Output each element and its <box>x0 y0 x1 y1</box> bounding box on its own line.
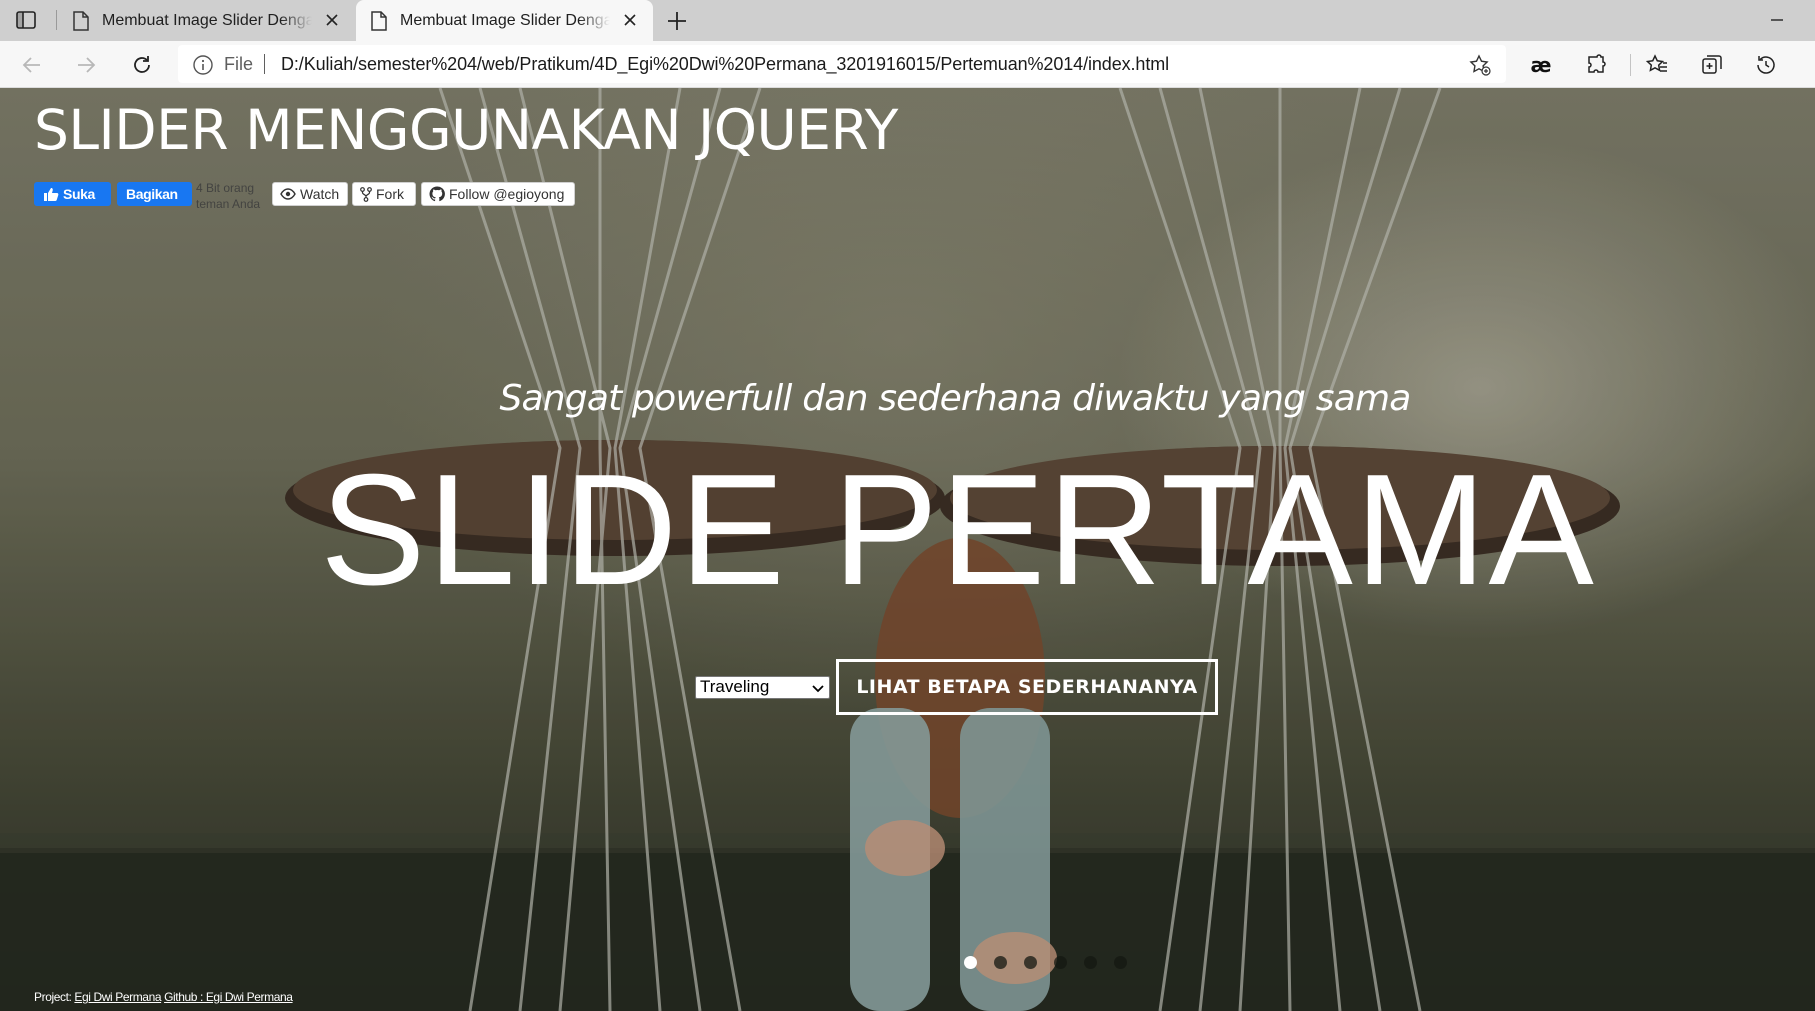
chevron-down-icon <box>812 685 824 693</box>
fork-icon <box>360 186 372 202</box>
fork-label: Fork <box>376 186 404 202</box>
tab-2[interactable]: Membuat Image Slider Dengan J <box>356 0 653 41</box>
like-label: Suka <box>63 186 95 202</box>
scheme-label: File <box>224 54 254 74</box>
footer-credits: Project: Egi Dwi Permana Github : Egi Dw… <box>34 990 293 1004</box>
slider-page: SLIDER MENGGUNAKAN JQUERY Suka Bagikan 4… <box>0 88 1815 1011</box>
slider-dot[interactable] <box>1024 956 1037 969</box>
site-title: SLIDER MENGGUNAKAN JQUERY <box>34 98 898 162</box>
follow-label: Follow @egioyong <box>449 186 565 202</box>
slider-dot[interactable] <box>994 956 1007 969</box>
slide-title: SLIDE PERTAMA <box>320 442 1596 618</box>
document-icon <box>371 10 387 31</box>
facebook-like-count: 4 Bit orang teman Anda <box>196 181 261 211</box>
extensions-icon[interactable] <box>1583 51 1611 79</box>
slider-dot[interactable] <box>1054 956 1067 969</box>
back-icon[interactable] <box>18 51 46 79</box>
slider-dots <box>964 956 1127 969</box>
info-icon[interactable] <box>192 54 214 76</box>
close-tab-icon[interactable] <box>621 11 639 29</box>
new-tab-icon[interactable] <box>664 8 690 34</box>
tab-title: Membuat Image Slider Dengan J <box>102 11 312 29</box>
ae-extension-icon[interactable]: æ <box>1527 51 1555 79</box>
share-label: Bagikan <box>126 186 178 202</box>
forward-icon[interactable] <box>72 51 100 79</box>
slider-dot[interactable] <box>1084 956 1097 969</box>
github-link[interactable]: Github : Egi Dwi Permana <box>164 990 293 1004</box>
history-icon[interactable] <box>1752 51 1780 79</box>
category-select[interactable]: Traveling <box>695 676 830 699</box>
minimize-icon[interactable] <box>1765 8 1789 32</box>
refresh-icon[interactable] <box>128 51 156 79</box>
url-text[interactable]: D:/Kuliah/semester%204/web/Pratikum/4D_E… <box>281 54 1169 75</box>
project-label: Project: <box>34 990 72 1004</box>
slider-dot[interactable] <box>964 956 977 969</box>
github-icon <box>429 186 445 202</box>
cta-button[interactable]: LIHAT BETAPA SEDERHANANYA <box>836 659 1218 715</box>
toolbar-divider <box>1630 54 1631 76</box>
slide-tagline: Sangat powerfull dan sederhana diwaktu y… <box>499 378 1411 419</box>
close-tab-icon[interactable] <box>323 11 341 29</box>
browser-toolbar: File D:/Kuliah/semester%204/web/Pratikum… <box>0 41 1815 88</box>
tab-1[interactable]: Membuat Image Slider Dengan J <box>58 0 355 41</box>
project-link[interactable]: Egi Dwi Permana <box>74 990 161 1004</box>
add-favorite-icon[interactable] <box>1468 53 1492 77</box>
facebook-like-button[interactable]: Suka <box>34 182 111 206</box>
select-value: Traveling <box>700 677 770 696</box>
collections-icon[interactable] <box>1698 51 1726 79</box>
favorites-icon[interactable] <box>1643 51 1671 79</box>
thumbs-up-icon <box>44 188 59 201</box>
eye-icon <box>280 188 296 200</box>
tab-title: Membuat Image Slider Dengan J <box>400 11 610 29</box>
tab-actions-icon[interactable] <box>14 9 38 31</box>
slider-dot[interactable] <box>1114 956 1127 969</box>
github-fork-button[interactable]: Fork <box>352 182 416 206</box>
tab-strip: Membuat Image Slider Dengan J Membuat Im… <box>0 0 1815 41</box>
address-bar[interactable]: File D:/Kuliah/semester%204/web/Pratikum… <box>178 45 1506 83</box>
tab-separator <box>56 10 57 30</box>
facebook-share-button[interactable]: Bagikan <box>117 182 192 206</box>
document-icon <box>73 10 89 31</box>
address-divider <box>264 54 265 74</box>
github-follow-button[interactable]: Follow @egioyong <box>421 182 575 206</box>
github-watch-button[interactable]: Watch <box>272 182 348 206</box>
watch-label: Watch <box>300 186 340 202</box>
